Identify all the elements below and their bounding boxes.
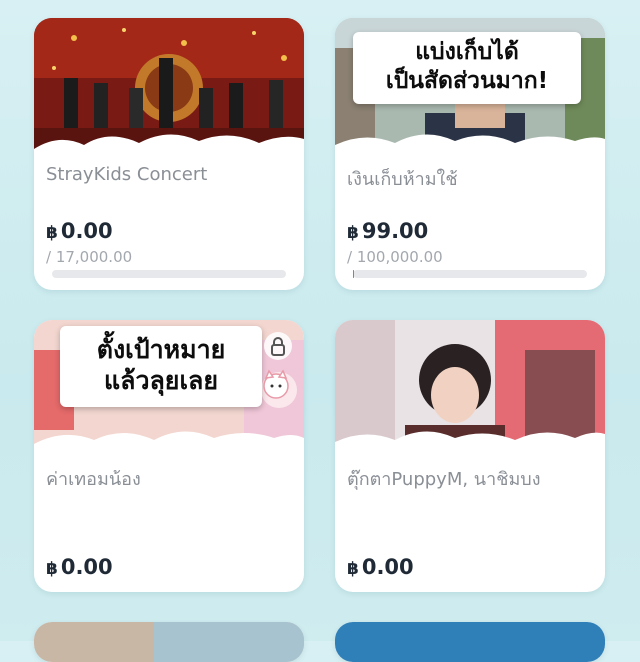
sticker-line-2: แล้วลุยเลย: [60, 365, 262, 396]
goal-target: / 17,000.00: [46, 248, 132, 266]
progress-bar: [52, 270, 286, 278]
goal-card-puppym[interactable]: ตุ๊กตาPuppyM, นาชิมบง ฿0.00: [335, 320, 605, 592]
goal-card-next[interactable]: [34, 622, 304, 662]
lock-icon[interactable]: [264, 332, 292, 360]
goal-title: StrayKids Concert: [46, 164, 207, 185]
goal-amount: ฿0.00: [46, 555, 113, 579]
currency-symbol: ฿: [347, 559, 359, 579]
goal-card-straykids[interactable]: StrayKids Concert ฿0.00 / 17,000.00: [34, 18, 304, 290]
goal-title: เงินเก็บห้ามใช้: [347, 164, 458, 193]
cloud-edge: [34, 123, 304, 163]
goal-title: ตุ๊กตาPuppyM, นาชิมบง: [347, 464, 541, 493]
sticker-line-1: แบ่งเก็บได้: [353, 38, 581, 67]
goal-amount: ฿99.00: [347, 219, 428, 243]
currency-symbol: ฿: [46, 223, 58, 243]
goal-target: / 100,000.00: [347, 248, 443, 266]
goal-card-tuition[interactable]: ตั้งเป้าหมาย แล้วลุยเลย ค่าเทอมน้อง ฿0.0…: [34, 320, 304, 592]
currency-symbol: ฿: [46, 559, 58, 579]
goal-amount: ฿0.00: [46, 219, 113, 243]
promo-sticker: แบ่งเก็บได้ เป็นสัดส่วนมาก!: [353, 32, 581, 104]
currency-symbol: ฿: [347, 223, 359, 243]
goal-title: ค่าเทอมน้อง: [46, 464, 141, 493]
promo-sticker: ตั้งเป้าหมาย แล้วลุยเลย: [60, 326, 262, 407]
cloud-edge: [34, 420, 304, 460]
goal-amount: ฿0.00: [347, 555, 414, 579]
sticker-line-2: เป็นสัดส่วนมาก!: [353, 67, 581, 96]
goal-card-next-2[interactable]: [335, 622, 605, 662]
cloud-edge: [335, 123, 605, 163]
cat-sticker-icon: [260, 368, 292, 400]
goal-card-savings[interactable]: แบ่งเก็บได้ เป็นสัดส่วนมาก! เงินเก็บห้าม…: [335, 18, 605, 290]
cloud-edge: [335, 420, 605, 460]
sticker-line-1: ตั้งเป้าหมาย: [60, 334, 262, 365]
progress-bar: [353, 270, 587, 278]
